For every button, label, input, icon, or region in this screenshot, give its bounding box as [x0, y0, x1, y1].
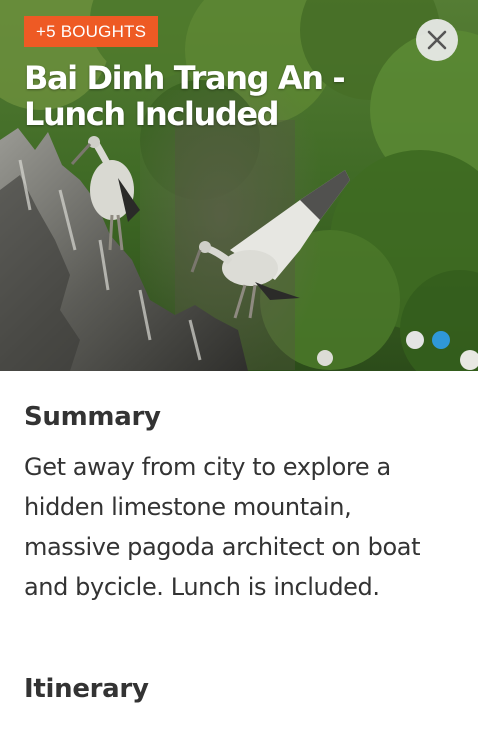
hero-image-carousel[interactable]: +5 BOUGHTS Bai Dinh Trang An - Lunch Inc…	[0, 0, 478, 371]
summary-text: Get away from city to explore a hidden l…	[24, 453, 421, 601]
tour-detail-screen: +5 BOUGHTS Bai Dinh Trang An - Lunch Inc…	[0, 0, 478, 741]
close-icon	[427, 30, 447, 50]
hero-photo-storks-limestone	[0, 0, 478, 371]
summary-heading: Summary	[24, 402, 161, 432]
carousel-dot-2-active[interactable]	[432, 331, 450, 349]
tour-title: Bai Dinh Trang An - Lunch Included	[24, 59, 346, 133]
itinerary-heading: Itinerary	[24, 674, 149, 704]
close-button[interactable]	[416, 19, 458, 61]
bought-count-badge: +5 BOUGHTS	[24, 16, 159, 47]
tour-details-content: Summary Get away from city to explore a …	[0, 371, 478, 741]
carousel-dot-1[interactable]	[406, 331, 424, 349]
